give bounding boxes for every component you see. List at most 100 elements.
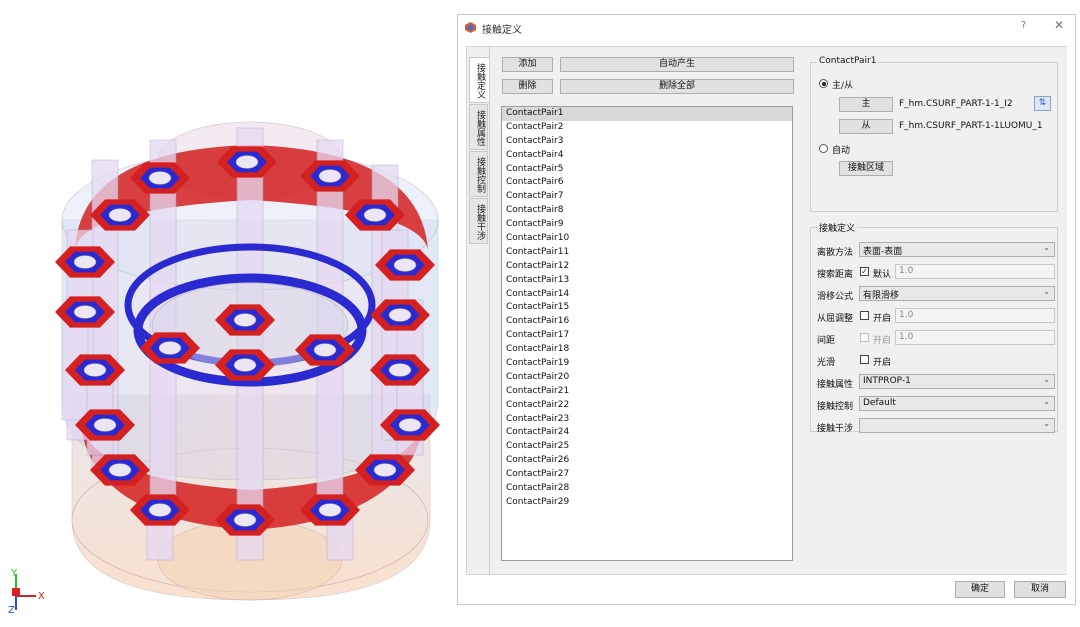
delete-button[interactable]: 删除 <box>502 79 553 94</box>
list-item[interactable]: ContactPair19 <box>502 357 792 371</box>
master-slave-label: 主/从 <box>832 81 854 91</box>
title-bar[interactable]: 接触定义 ? ✕ <box>458 15 1075 39</box>
contact-definition-group: 接触定义 离散方法 表面-表面 ⌄ 搜索距离 ✓ 默认 1.0 滑移公式 有限滑… <box>810 221 1058 434</box>
slave-adjust-enable-label: 开启 <box>873 314 892 324</box>
list-item[interactable]: ContactPair1 <box>502 107 792 121</box>
tab-label: 接触干涉 <box>475 204 485 240</box>
model-viewport[interactable]: Y X Z <box>0 0 455 624</box>
discretization-select[interactable]: 表面-表面 ⌄ <box>859 242 1055 257</box>
dialog-title: 接触定义 <box>482 25 522 36</box>
contact-control-select[interactable]: Default ⌄ <box>859 396 1055 411</box>
list-item[interactable]: ContactPair21 <box>502 385 792 399</box>
contact-property-select[interactable]: INTPROP-1 ⌄ <box>859 374 1055 389</box>
axis-x-label: X <box>38 591 45 602</box>
list-item[interactable]: ContactPair2 <box>502 121 792 135</box>
axis-z-label: Z <box>8 605 15 614</box>
list-item[interactable]: ContactPair20 <box>502 371 792 385</box>
slave-adjust-checkbox[interactable] <box>860 311 869 320</box>
list-item[interactable]: ContactPair5 <box>502 163 792 177</box>
clearance-label: 间距 <box>817 336 836 346</box>
slave-surface-value: F_hm.CSURF_PART-1-1LUOMU_1 <box>899 121 1043 131</box>
slave-button[interactable]: 从 <box>839 119 893 134</box>
add-button[interactable]: 添加 <box>502 57 553 72</box>
swap-master-slave-button[interactable]: ⇅ <box>1034 96 1051 111</box>
contact-pair-list[interactable]: ContactPair1 ContactPair2 ContactPair3 Cont… <box>501 106 793 561</box>
tab-label: 接触控制 <box>475 157 485 193</box>
contact-interference-select[interactable]: ⌄ <box>859 418 1055 433</box>
axis-y-label: Y <box>10 568 18 579</box>
tab-label: 接触属性 <box>475 110 485 146</box>
list-item[interactable]: ContactPair14 <box>502 288 792 302</box>
app-logo-icon <box>465 22 476 33</box>
tab-contact-control[interactable]: 接触控制 <box>469 151 488 197</box>
list-item[interactable]: ContactPair4 <box>502 149 792 163</box>
cancel-button[interactable]: 取消 <box>1014 581 1066 598</box>
list-item[interactable]: ContactPair12 <box>502 260 792 274</box>
sliding-formulation-label: 滑移公式 <box>817 292 854 302</box>
smooth-checkbox[interactable] <box>860 355 869 364</box>
list-item[interactable]: ContactPair27 <box>502 468 792 482</box>
sliding-formulation-value: 有限滑移 <box>863 291 900 301</box>
clearance-input[interactable]: 1.0 <box>895 330 1055 345</box>
delete-all-button[interactable]: 删除全部 <box>560 79 794 94</box>
list-item[interactable]: ContactPair11 <box>502 246 792 260</box>
contact-interference-label: 接触干涉 <box>817 424 854 434</box>
clearance-checkbox[interactable] <box>860 333 869 342</box>
tab-contact-interference[interactable]: 接触干涉 <box>469 198 488 244</box>
contact-region-button[interactable]: 接触区域 <box>839 161 893 176</box>
list-item[interactable]: ContactPair18 <box>502 343 792 357</box>
contact-control-label: 接触控制 <box>817 402 854 412</box>
search-default-label: 默认 <box>873 270 892 280</box>
contact-definition-group-title: 接触定义 <box>817 221 858 234</box>
list-item[interactable]: ContactPair9 <box>502 218 792 232</box>
close-button[interactable]: ✕ <box>1054 18 1064 32</box>
master-slave-radio[interactable] <box>819 79 828 88</box>
tab-contact-property[interactable]: 接触属性 <box>469 104 488 150</box>
list-item[interactable]: ContactPair6 <box>502 176 792 190</box>
swap-arrows-icon: ⇅ <box>1038 98 1047 108</box>
list-item[interactable]: ContactPair8 <box>502 204 792 218</box>
list-item[interactable]: ContactPair15 <box>502 301 792 315</box>
contact-control-value: Default <box>863 398 896 408</box>
search-default-checkbox[interactable]: ✓ <box>860 267 869 276</box>
search-distance-input[interactable]: 1.0 <box>895 264 1055 279</box>
contact-definition-dialog: 接触定义 ? ✕ 接触定义 接触属性 接触控制 接触干涉 添加 自动产生 删除 … <box>457 14 1076 605</box>
list-item[interactable]: ContactPair23 <box>502 413 792 427</box>
bolted-flange-model <box>55 121 440 601</box>
auto-label: 自动 <box>832 146 851 156</box>
contact-property-label: 接触属性 <box>817 380 854 390</box>
master-button[interactable]: 主 <box>839 97 893 112</box>
contact-pair-group: ContactPair1 主/从 主 F_hm.CSURF_PART-1-1_I… <box>810 56 1058 212</box>
list-item[interactable]: ContactPair22 <box>502 399 792 413</box>
chevron-down-icon: ⌄ <box>1043 243 1050 252</box>
list-item[interactable]: ContactPair17 <box>502 329 792 343</box>
search-distance-label: 搜索距离 <box>817 270 854 280</box>
auto-radio[interactable] <box>819 144 828 153</box>
sliding-formulation-select[interactable]: 有限滑移 ⌄ <box>859 286 1055 301</box>
list-item[interactable]: ContactPair29 <box>502 496 792 510</box>
list-item[interactable]: ContactPair24 <box>502 426 792 440</box>
list-item[interactable]: ContactPair16 <box>502 315 792 329</box>
chevron-down-icon: ⌄ <box>1043 375 1050 384</box>
smooth-label: 光滑 <box>817 358 836 368</box>
list-item[interactable]: ContactPair28 <box>502 482 792 496</box>
list-item[interactable]: ContactPair10 <box>502 232 792 246</box>
list-item[interactable]: ContactPair13 <box>502 274 792 288</box>
contact-definition-panel: 添加 自动产生 删除 删除全部 ContactPair1 ContactPair2… <box>489 47 1067 574</box>
slave-adjust-label: 从屈调整 <box>817 314 854 324</box>
list-item[interactable]: ContactPair7 <box>502 190 792 204</box>
tab-contact-definition[interactable]: 接触定义 <box>469 57 490 103</box>
ok-button[interactable]: 确定 <box>955 581 1005 598</box>
dialog-body: 接触定义 接触属性 接触控制 接触干涉 添加 自动产生 删除 删除全部 Cont… <box>466 46 1067 575</box>
contact-property-value: INTPROP-1 <box>863 376 911 386</box>
master-surface-value: F_hm.CSURF_PART-1-1_I2 <box>899 99 1013 109</box>
auto-generate-button[interactable]: 自动产生 <box>560 57 794 72</box>
list-item[interactable]: ContactPair25 <box>502 440 792 454</box>
slave-adjust-input[interactable]: 1.0 <box>895 308 1055 323</box>
discretization-label: 离散方法 <box>817 248 854 258</box>
list-item[interactable]: ContactPair3 <box>502 135 792 149</box>
list-item[interactable]: ContactPair26 <box>502 454 792 468</box>
help-button[interactable]: ? <box>1021 20 1026 31</box>
clearance-enable-label: 开启 <box>873 336 892 346</box>
chevron-down-icon: ⌄ <box>1043 397 1050 406</box>
